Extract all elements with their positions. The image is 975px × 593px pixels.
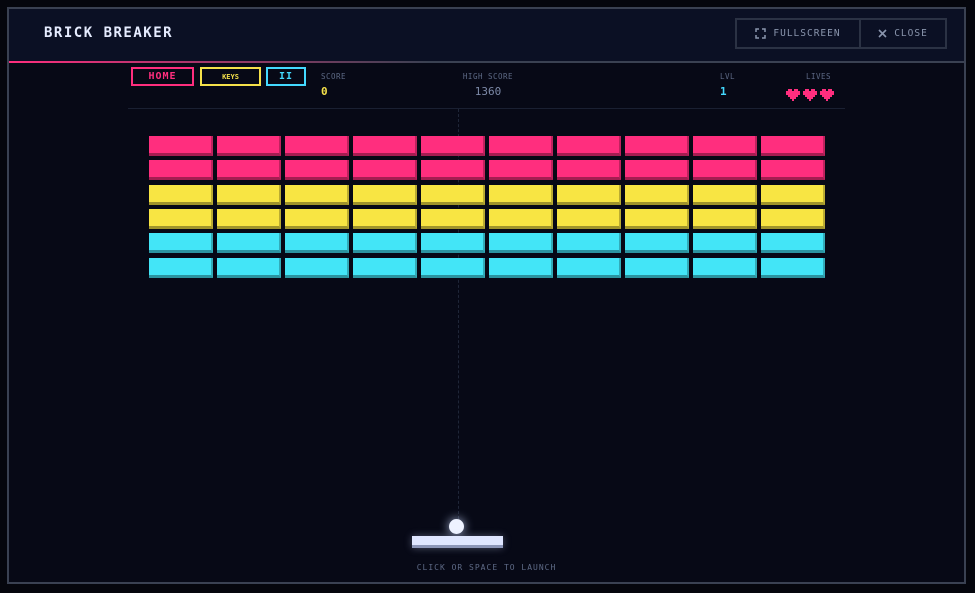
brick: [149, 136, 213, 156]
brick: [149, 258, 213, 278]
game-area[interactable]: HOME KEYS II SCORE 0 HIGH SCORE 1360 LVL…: [9, 63, 964, 582]
high-score-display: HIGH SCORE 1360: [460, 72, 516, 99]
brick: [285, 258, 349, 278]
brick: [353, 258, 417, 278]
brick: [421, 185, 485, 205]
hud-divider: [128, 108, 845, 109]
brick: [217, 209, 281, 229]
brick: [625, 160, 689, 180]
brick: [285, 160, 349, 180]
paddle[interactable]: [412, 536, 503, 548]
brick: [557, 160, 621, 180]
score-label: SCORE: [321, 72, 347, 81]
brick: [761, 233, 825, 253]
brick: [217, 160, 281, 180]
brick: [489, 233, 553, 253]
brick: [489, 160, 553, 180]
brick: [693, 258, 757, 278]
brick: [421, 209, 485, 229]
heart-icon: [820, 89, 834, 101]
brick: [353, 185, 417, 205]
brick: [761, 160, 825, 180]
close-button[interactable]: CLOSE: [859, 18, 947, 49]
brick: [285, 136, 349, 156]
brick: [421, 136, 485, 156]
brick: [353, 160, 417, 180]
game-window: BRICK BREAKER FULLSCREEN CLOSE HOME KEYS…: [7, 7, 966, 584]
level-value: 1: [720, 85, 727, 98]
brick: [693, 136, 757, 156]
brick: [761, 185, 825, 205]
close-label: CLOSE: [894, 28, 928, 39]
brick: [353, 233, 417, 253]
brick: [625, 136, 689, 156]
brick: [489, 136, 553, 156]
keys-button[interactable]: KEYS: [200, 67, 261, 86]
brick: [693, 209, 757, 229]
brick: [693, 185, 757, 205]
brick: [557, 209, 621, 229]
launch-hint: CLICK OR SPACE TO LAUNCH: [416, 563, 557, 572]
brick: [421, 160, 485, 180]
score-value: 0: [321, 85, 328, 98]
brick: [761, 258, 825, 278]
brick: [421, 258, 485, 278]
pause-button[interactable]: II: [266, 67, 306, 86]
brick: [693, 233, 757, 253]
level-label: LVL: [720, 72, 736, 81]
home-button[interactable]: HOME: [131, 67, 194, 86]
ball: [449, 519, 464, 534]
brick: [557, 258, 621, 278]
fullscreen-icon: [755, 28, 767, 39]
brick: [353, 209, 417, 229]
brick: [285, 209, 349, 229]
brick: [217, 185, 281, 205]
brick: [285, 233, 349, 253]
brick: [489, 185, 553, 205]
brick: [761, 136, 825, 156]
brick: [149, 160, 213, 180]
brick: [217, 258, 281, 278]
level-display: LVL 1: [720, 72, 735, 99]
heart-icon: [803, 89, 817, 101]
lives-display: LIVES: [806, 72, 831, 82]
brick: [217, 233, 281, 253]
brick: [557, 185, 621, 205]
brick: [353, 136, 417, 156]
brick: [285, 185, 349, 205]
high-score-value: 1360: [474, 85, 502, 98]
brick: [149, 209, 213, 229]
high-score-label: HIGH SCORE: [462, 72, 514, 81]
brick: [625, 185, 689, 205]
brick: [489, 258, 553, 278]
fullscreen-button[interactable]: FULLSCREEN: [735, 18, 861, 49]
brick: [421, 233, 485, 253]
brick: [625, 233, 689, 253]
lives-label: LIVES: [806, 72, 832, 81]
fullscreen-label: FULLSCREEN: [773, 28, 841, 39]
brick: [761, 209, 825, 229]
brick: [625, 209, 689, 229]
brick: [217, 136, 281, 156]
brick: [557, 136, 621, 156]
window-title: BRICK BREAKER: [44, 25, 174, 41]
brick: [557, 233, 621, 253]
title-bar: BRICK BREAKER FULLSCREEN CLOSE: [9, 9, 964, 63]
brick: [489, 209, 553, 229]
heart-icon: [786, 89, 800, 101]
lives-hearts: [786, 89, 834, 101]
brick: [149, 185, 213, 205]
brick: [149, 233, 213, 253]
close-icon: [878, 29, 887, 38]
score-display: SCORE 0: [321, 72, 346, 99]
brick: [625, 258, 689, 278]
brick: [693, 160, 757, 180]
